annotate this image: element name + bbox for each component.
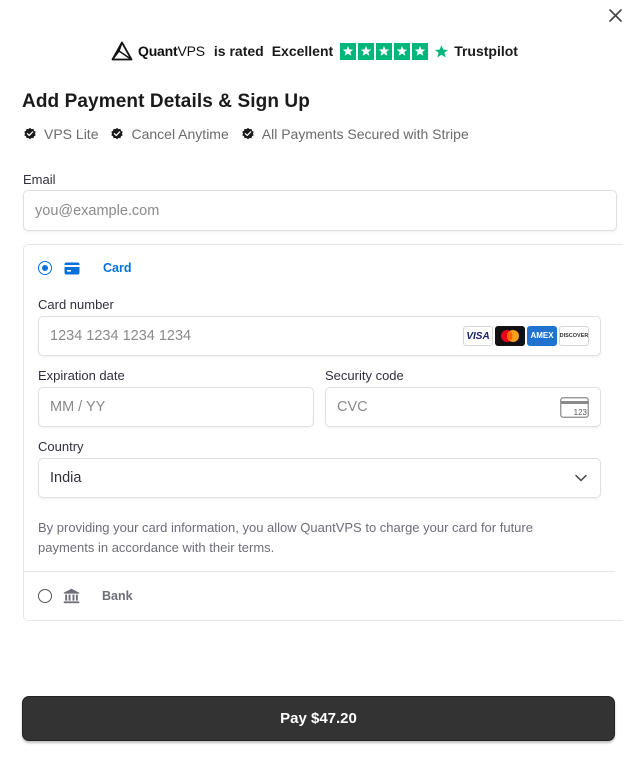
- country-label: Country: [38, 439, 84, 454]
- cvc-card-icon: 123: [560, 397, 589, 418]
- discover-icon: DISCOVER: [559, 326, 589, 346]
- expiration-label: Expiration date: [38, 368, 125, 383]
- card-number-input[interactable]: 1234 1234 1234 1234 VISA AMEX DISCOVER: [38, 316, 601, 356]
- expiration-placeholder: MM / YY: [50, 399, 106, 415]
- star-icon: [376, 42, 393, 60]
- amex-icon: AMEX: [527, 326, 557, 346]
- visa-icon: VISA: [463, 326, 493, 346]
- verified-check-icon: [242, 127, 254, 140]
- is-rated-text: is rated: [213, 43, 264, 59]
- pay-button-label: Pay $47.20: [280, 710, 357, 727]
- country-value: India: [50, 470, 82, 486]
- mastercard-icon: [495, 326, 525, 346]
- country-select[interactable]: India: [38, 458, 601, 498]
- close-button[interactable]: [604, 4, 626, 26]
- close-icon: [608, 8, 622, 22]
- brand-name-light: VPS: [177, 43, 205, 59]
- chevron-down-icon: [575, 474, 587, 482]
- feature-list: VPS Lite Cancel Anytime All Payments Sec…: [23, 126, 481, 142]
- star-icon: [394, 42, 411, 60]
- feature-item: Cancel Anytime: [110, 126, 229, 142]
- security-code-input[interactable]: CVC 123: [325, 387, 601, 427]
- brand-name-bold: Quant: [138, 43, 178, 59]
- bank-option-label: Bank: [102, 589, 133, 603]
- feature-item: VPS Lite: [23, 126, 98, 142]
- payment-option-bank[interactable]: Bank: [38, 588, 133, 604]
- verified-check-icon: [111, 127, 124, 140]
- feature-item: All Payments Secured with Stripe: [241, 126, 469, 142]
- payment-option-divider: [24, 571, 615, 572]
- trustpilot-star-icon: [435, 44, 449, 57]
- page-title: Add Payment Details & Sign Up: [22, 91, 310, 112]
- feature-label: VPS Lite: [44, 126, 99, 142]
- cvc-icon-text: 123: [573, 408, 587, 417]
- email-placeholder: you@example.com: [35, 202, 160, 219]
- brand-logo: Quant VPS: [111, 41, 205, 61]
- bank-icon: [63, 588, 80, 604]
- security-code-placeholder: CVC: [337, 399, 368, 415]
- rating-bar: Quant VPS is rated Excellent Trustpilot: [0, 40, 629, 62]
- bank-radio[interactable]: [38, 589, 52, 603]
- feature-label: All Payments Secured with Stripe: [261, 126, 469, 142]
- trustpilot-text: Trustpilot: [454, 43, 518, 59]
- feature-label: Cancel Anytime: [131, 126, 229, 142]
- pay-button[interactable]: Pay $47.20: [22, 696, 615, 741]
- card-option-label: Card: [103, 261, 132, 275]
- rating-word: Excellent: [271, 43, 334, 59]
- email-label: Email: [23, 172, 56, 187]
- card-brand-logos: VISA AMEX DISCOVER: [463, 326, 589, 346]
- card-number-placeholder: 1234 1234 1234 1234: [50, 328, 192, 344]
- card-radio[interactable]: [38, 261, 52, 275]
- star-icon: [412, 42, 429, 60]
- quantvps-logo-icon: [111, 41, 133, 61]
- security-code-label: Security code: [325, 368, 404, 383]
- credit-card-icon: [64, 262, 80, 275]
- payment-option-card[interactable]: Card: [38, 261, 131, 275]
- card-number-label: Card number: [38, 297, 114, 312]
- verified-check-icon: [24, 127, 36, 140]
- card-terms-note: By providing your card information, you …: [38, 520, 533, 555]
- email-field[interactable]: you@example.com: [23, 190, 617, 231]
- star-icon: [340, 42, 357, 60]
- trustpilot-stars: [340, 42, 429, 60]
- expiration-input[interactable]: MM / YY: [38, 387, 314, 427]
- star-icon: [358, 42, 375, 60]
- trustpilot-logo: Trustpilot: [434, 43, 518, 59]
